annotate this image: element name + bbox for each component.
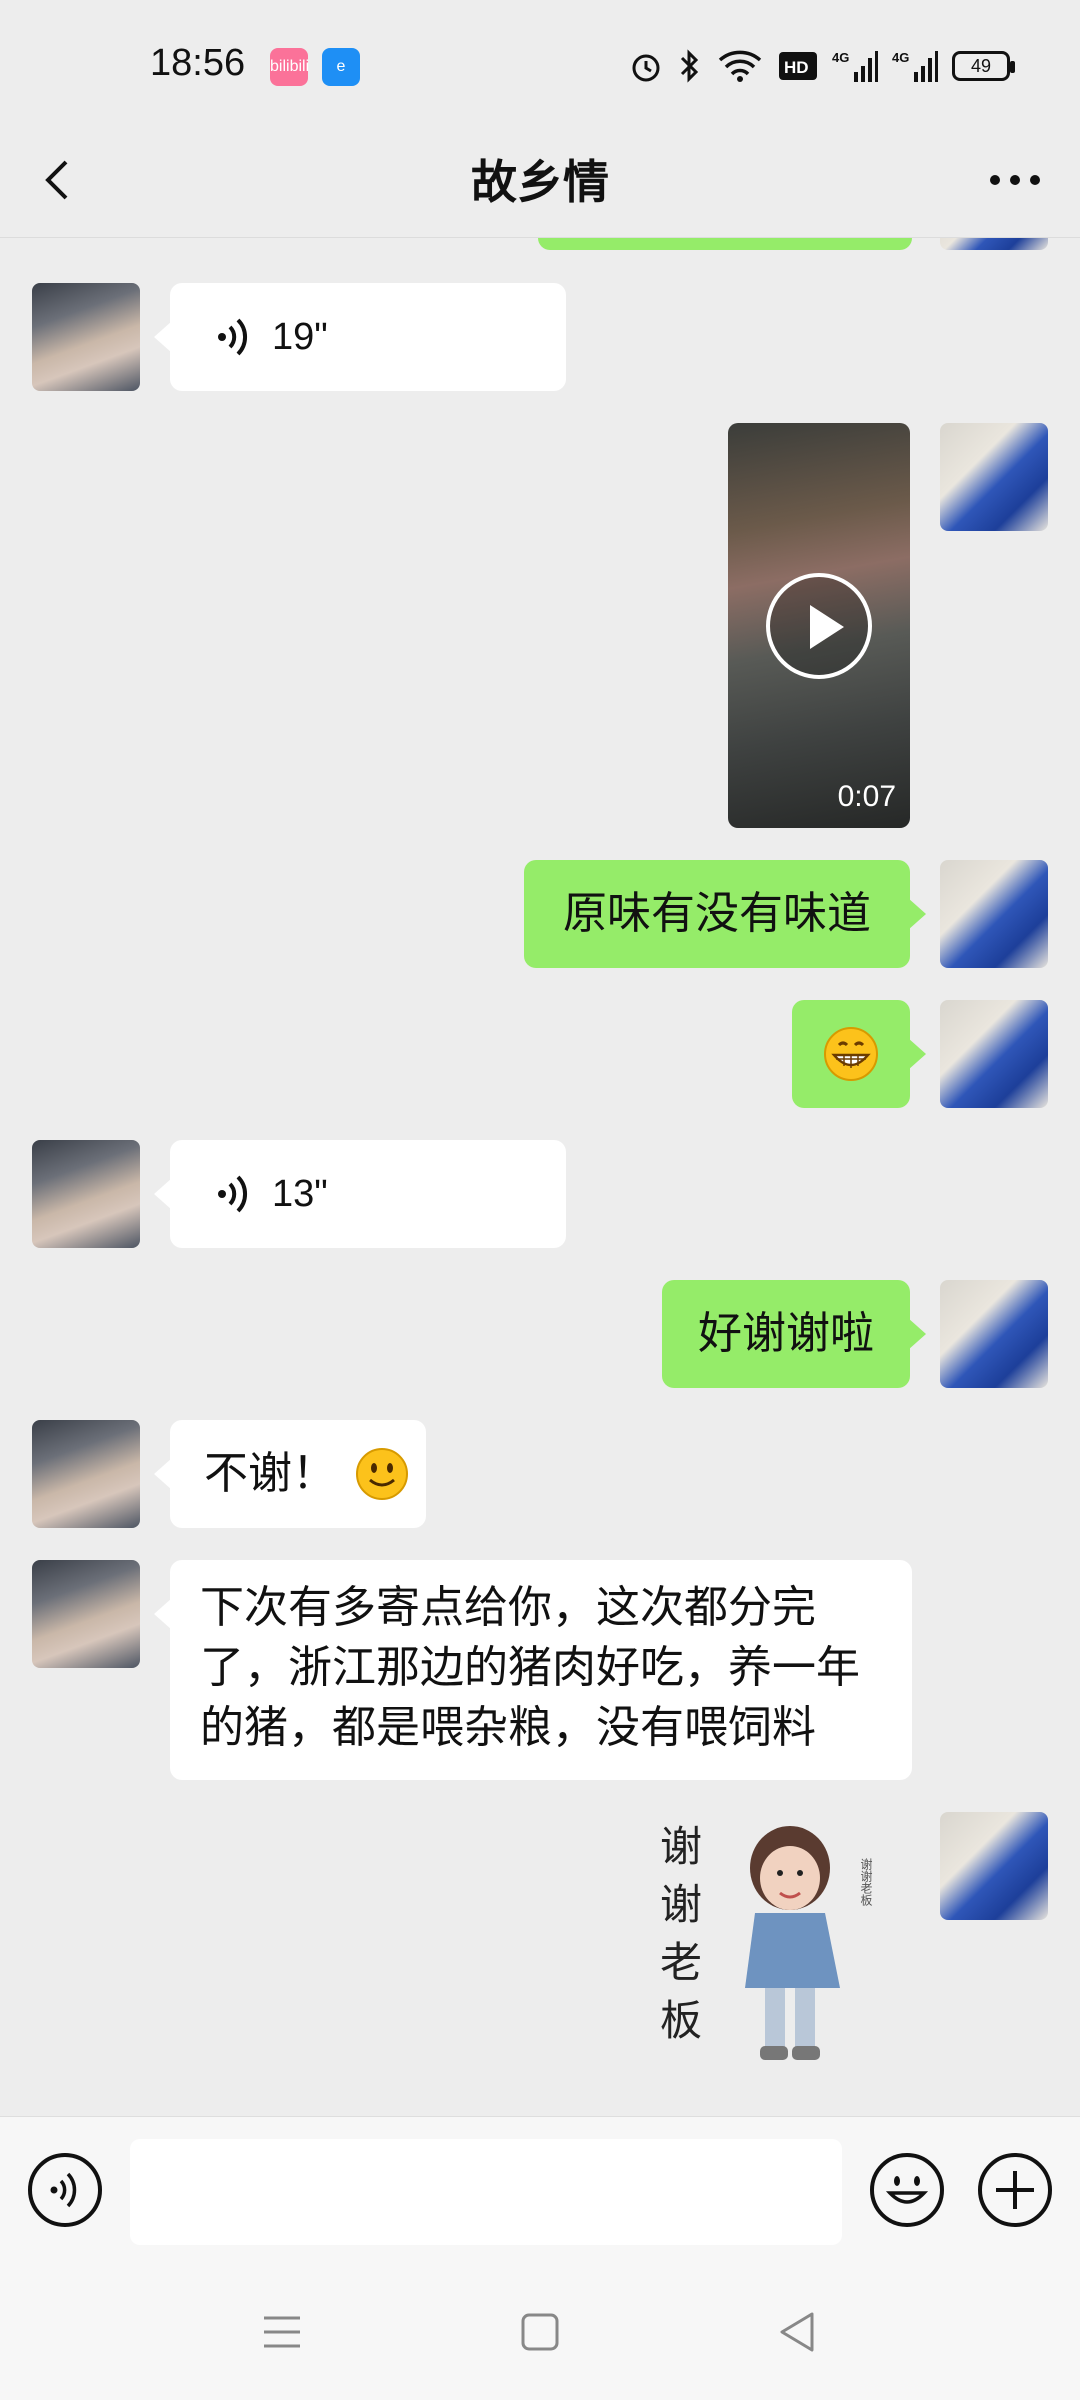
hd-icon: HD (778, 46, 818, 86)
voice-wave-icon (218, 1175, 248, 1213)
battery-icon: 49 (952, 51, 1015, 81)
avatar-contact[interactable] (32, 1420, 140, 1528)
video-duration: 0:07 (837, 780, 896, 813)
system-navigation-bar (0, 2262, 1080, 2400)
status-bar: 18:56 bilibili e HD 4G 4G 49 (0, 0, 1080, 120)
avatar-contact[interactable] (32, 1560, 140, 1668)
message-input[interactable] (130, 2139, 842, 2245)
sticker-caption: 谢 谢 老 板 (659, 1822, 702, 2045)
wifi-icon (716, 46, 764, 86)
text-message[interactable]: 好谢谢啦 (662, 1280, 926, 1388)
message-text-line: 了，浙江那边的猪肉好吃，养一年 (200, 1642, 860, 1693)
play-icon[interactable] (766, 573, 872, 679)
status-time: 18:56 (150, 42, 246, 84)
previous-message-bubble[interactable] (538, 238, 912, 250)
status-icons: HD 4G 4G 49 (628, 46, 1015, 86)
chat-title: 故乡情 (471, 155, 609, 209)
message-text: 原味有没有味道 (563, 888, 871, 939)
emoji-message[interactable] (792, 1000, 926, 1108)
avatar-self[interactable] (940, 238, 1048, 250)
avatar-contact[interactable] (32, 1140, 140, 1248)
message-list[interactable]: 19" 0:07 原味有没有味道 13" 好谢谢啦 不谢！ 下次有多寄点给你，这… (0, 238, 1080, 2116)
bilibili-app-icon: bilibili (270, 48, 309, 86)
bluetooth-icon (678, 46, 702, 86)
avatar-self[interactable] (940, 1000, 1048, 1108)
more-dots-icon[interactable] (980, 150, 1050, 210)
smile-emoji (356, 1448, 408, 1500)
avatar-self[interactable] (940, 860, 1048, 968)
eleme-app-icon: e (322, 48, 360, 86)
svg-text:HD: HD (784, 58, 809, 77)
chat-header: 故乡情 (0, 120, 1080, 238)
message-text-line: 的猪，都是喂杂粮，没有喂饲料 (200, 1702, 816, 1753)
home-icon[interactable] (510, 2302, 570, 2362)
sticker-message[interactable]: 谢 谢 老 板 谢谢老板 (650, 1818, 890, 2098)
svg-text:4G: 4G (892, 50, 909, 65)
sticker-side-text: 谢谢老板 (859, 1858, 873, 1906)
avatar-contact[interactable] (32, 283, 140, 391)
avatar-self[interactable] (940, 423, 1048, 531)
text-message[interactable]: 原味有没有味道 (524, 860, 926, 968)
text-message[interactable]: 下次有多寄点给你，这次都分完 了，浙江那边的猪肉好吃，养一年 的猪，都是喂杂粮，… (154, 1560, 912, 1780)
voice-wave-icon (218, 318, 248, 356)
back-icon[interactable] (768, 2302, 828, 2362)
signal-4g-icon: 4G (832, 46, 878, 86)
plus-icon[interactable] (978, 2153, 1052, 2227)
emoji-icon[interactable] (870, 2153, 944, 2227)
grin-emoji (824, 1027, 878, 1081)
voice-mode-icon[interactable] (28, 2153, 102, 2227)
child-sticker-image (745, 1826, 840, 2060)
alarm-icon (628, 46, 664, 86)
voice-message[interactable]: 19" (154, 283, 566, 391)
menu-icon[interactable] (252, 2302, 312, 2362)
video-message[interactable]: 0:07 (728, 423, 910, 828)
svg-text:4G: 4G (832, 50, 849, 65)
input-bar (0, 2116, 1080, 2262)
message-text: 不谢！ (204, 1448, 336, 1499)
signal-4g-icon: 4G (892, 46, 938, 86)
voice-duration: 19" (272, 316, 328, 358)
voice-message[interactable]: 13" (154, 1140, 566, 1248)
text-message[interactable]: 不谢！ (154, 1420, 426, 1528)
avatar-self[interactable] (940, 1280, 1048, 1388)
message-text: 好谢谢啦 (698, 1308, 874, 1359)
voice-duration: 13" (272, 1173, 328, 1215)
avatar-self[interactable] (940, 1812, 1048, 1920)
message-text-line: 下次有多寄点给你，这次都分完 (200, 1582, 816, 1633)
